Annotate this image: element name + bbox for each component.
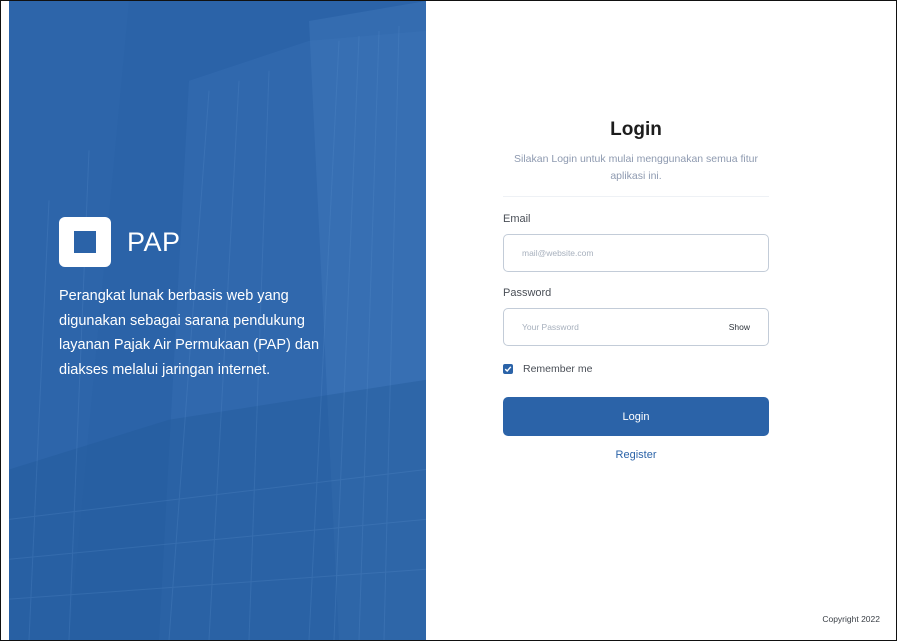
password-placeholder: Your Password — [522, 322, 579, 332]
password-label: Password — [503, 287, 552, 299]
login-panel: Login Silakan Login untuk mulai mengguna… — [426, 1, 896, 640]
brand-panel: PAP Perangkat lunak berbasis web yang di… — [9, 1, 426, 640]
brand-tagline: Perangkat lunak berbasis web yang diguna… — [59, 288, 320, 378]
email-label: Email — [503, 213, 531, 225]
remember-checkbox[interactable] — [503, 364, 513, 374]
divider — [503, 196, 769, 197]
brand: PAP — [59, 217, 181, 267]
email-placeholder: mail@website.com — [522, 248, 594, 258]
login-subtitle: Silakan Login untuk mulai menggunakan se… — [514, 153, 758, 182]
email-field[interactable]: mail@website.com — [503, 234, 769, 272]
login-page: PAP Perangkat lunak berbasis web yang di… — [0, 0, 897, 641]
square-logo-icon — [59, 217, 111, 267]
show-password-toggle[interactable]: Show — [729, 322, 750, 332]
login-form: Login Silakan Login untuk mulai mengguna… — [503, 119, 769, 461]
brand-name: PAP — [127, 226, 181, 257]
login-title: Login — [610, 119, 662, 140]
remember-label: Remember me — [523, 363, 593, 375]
copyright-text: Copyright 2022 — [822, 614, 880, 624]
register-link[interactable]: Register — [503, 449, 769, 461]
login-button[interactable]: Login — [503, 397, 769, 436]
check-icon — [504, 366, 512, 373]
password-field[interactable]: Your Password Show — [503, 308, 769, 346]
remember-me[interactable]: Remember me — [503, 363, 769, 375]
